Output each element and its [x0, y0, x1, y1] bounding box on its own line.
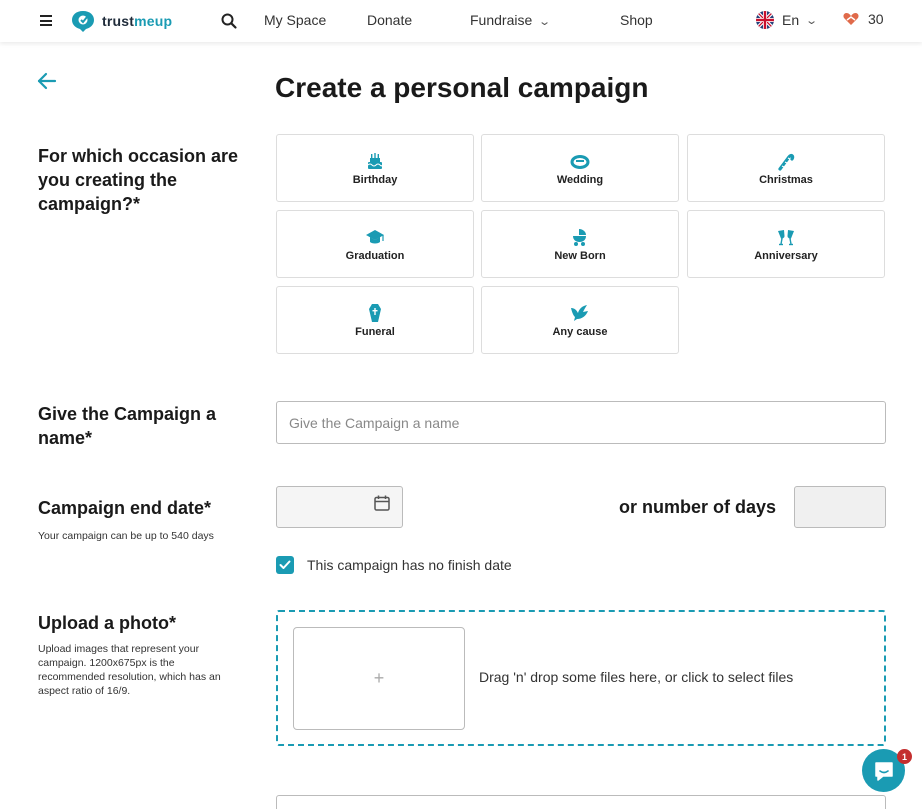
points-counter[interactable]: 30 — [842, 11, 884, 27]
or-number-of-days-label: or number of days — [619, 497, 777, 517]
name-label: Give the Campaign a name* — [38, 404, 217, 448]
calendar-icon — [374, 495, 390, 511]
page-title: Create a personal campaign — [275, 72, 649, 103]
occasion-birthday[interactable]: Birthday — [276, 134, 474, 202]
nav-fundraise[interactable]: Fundraise ⌄ — [470, 12, 552, 28]
bird-icon — [571, 304, 588, 321]
end-date-hint: Your campaign can be up to 540 days — [38, 530, 214, 542]
heart-hand-icon — [843, 13, 859, 25]
chevron-down-icon: ⌄ — [805, 14, 819, 27]
logo-suffix: meup — [134, 13, 173, 29]
nav-donate[interactable]: Donate — [367, 12, 412, 28]
champagne-glasses-icon — [778, 229, 794, 245]
occasion-any-cause[interactable]: Any cause — [481, 286, 679, 354]
uk-flag-icon — [756, 11, 774, 29]
back-arrow-icon[interactable] — [36, 70, 58, 92]
name-label-block: Give the Campaign a name* — [38, 402, 258, 450]
ring-icon — [570, 154, 590, 169]
language-label: En — [782, 12, 800, 28]
plus-icon: + — [373, 668, 385, 688]
end-date-label-block: Campaign end date* Your campaign can be … — [38, 496, 258, 543]
end-date-input[interactable] — [276, 486, 403, 528]
birthday-cake-icon — [367, 152, 383, 169]
next-field-input[interactable] — [276, 795, 886, 809]
no-finish-date-label[interactable]: This campaign has no finish date — [307, 557, 512, 573]
chevron-down-icon: ⌄ — [538, 16, 552, 28]
chat-notification-badge: 1 — [897, 749, 912, 764]
top-navbar: trustmeup My Space Donate Fundraise ⌄ Sho… — [0, 0, 922, 42]
number-of-days-input[interactable] — [794, 486, 886, 528]
occasion-christmas[interactable]: Christmas — [687, 134, 885, 202]
search-icon[interactable] — [220, 12, 238, 30]
occasion-label: For which occasion are you creating the … — [38, 146, 239, 214]
photo-label-block: Upload a photo* Upload images that repre… — [38, 611, 258, 698]
coffin-icon — [369, 303, 381, 322]
candy-cane-icon — [778, 153, 795, 171]
points-value: 30 — [868, 11, 884, 27]
logo[interactable]: trustmeup — [70, 8, 172, 34]
no-finish-date-checkbox[interactable] — [276, 556, 294, 574]
photo-hint: Upload images that represent your campai… — [38, 643, 221, 697]
photo-label: Upload a photo* — [38, 613, 176, 633]
campaign-name-input[interactable] — [276, 401, 886, 444]
end-date-label: Campaign end date* — [38, 498, 212, 518]
graduation-cap-icon — [366, 229, 384, 243]
logo-prefix: trust — [102, 13, 135, 29]
occasion-wedding[interactable]: Wedding — [481, 134, 679, 202]
logo-icon — [72, 11, 94, 32]
photo-dropzone[interactable]: + Drag 'n' drop some files here, or clic… — [276, 610, 886, 746]
menu-icon[interactable] — [40, 15, 52, 26]
dropzone-text: Drag 'n' drop some files here, or click … — [479, 669, 794, 685]
occasion-label-block: For which occasion are you creating the … — [38, 144, 258, 216]
photo-preview-placeholder[interactable]: + — [293, 627, 465, 730]
checkmark-icon — [279, 560, 291, 569]
occasion-new-born[interactable]: New Born — [481, 210, 679, 278]
baby-carriage-icon — [573, 228, 586, 246]
chat-bubble-icon — [874, 761, 893, 781]
occasion-anniversary[interactable]: Anniversary — [687, 210, 885, 278]
nav-shop[interactable]: Shop — [620, 12, 653, 28]
language-selector[interactable]: En ⌄ — [756, 11, 819, 29]
occasion-funeral[interactable]: Funeral — [276, 286, 474, 354]
nav-my-space[interactable]: My Space — [264, 12, 326, 28]
occasion-graduation[interactable]: Graduation — [276, 210, 474, 278]
